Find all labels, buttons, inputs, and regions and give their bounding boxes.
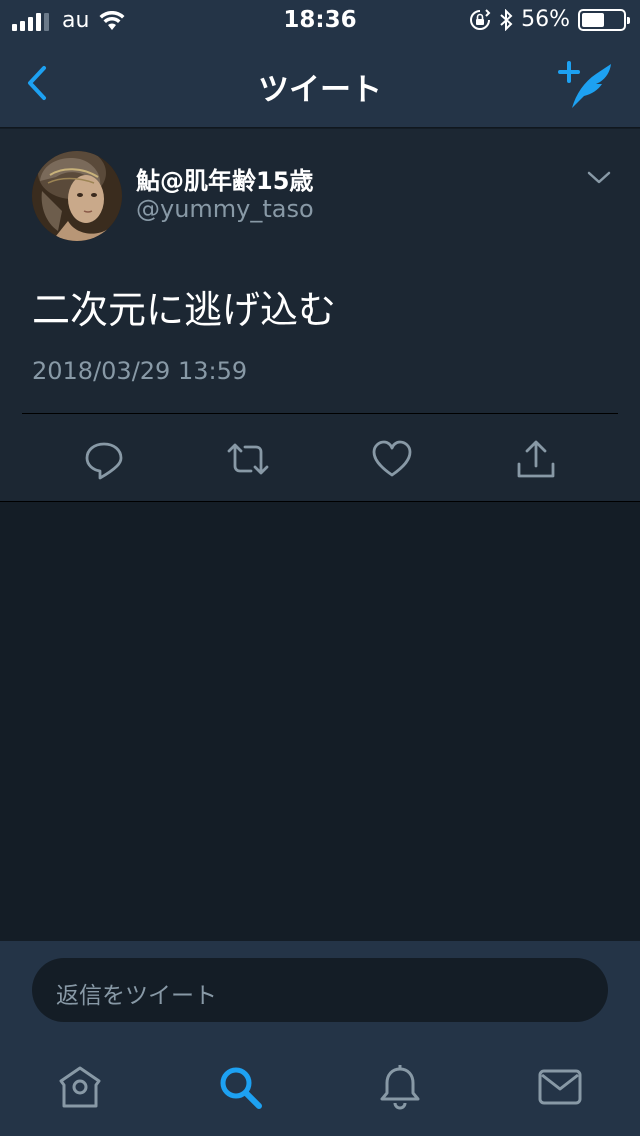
home-icon[interactable] bbox=[56, 1063, 104, 1111]
battery-fill bbox=[582, 12, 604, 27]
tab-bar bbox=[0, 1041, 640, 1136]
tweet-actions bbox=[0, 414, 640, 502]
page-title: ツイート bbox=[258, 72, 382, 108]
battery-percent: 56% bbox=[521, 7, 570, 32]
notifications-icon[interactable] bbox=[376, 1063, 424, 1111]
reply-bar: 返信をツイート bbox=[0, 941, 640, 1041]
messages-icon[interactable] bbox=[536, 1063, 584, 1111]
share-icon[interactable] bbox=[515, 438, 557, 480]
chevron-down-icon[interactable] bbox=[586, 169, 612, 187]
like-icon[interactable] bbox=[371, 438, 413, 480]
reply-icon[interactable] bbox=[83, 438, 125, 480]
reply-input[interactable] bbox=[32, 958, 608, 1022]
tweet-timestamp: 2018/03/29 13:59 bbox=[32, 357, 248, 385]
battery-icon bbox=[578, 8, 630, 31]
bluetooth-icon bbox=[500, 8, 513, 31]
status-right: 56% bbox=[461, 7, 630, 32]
retweet-icon[interactable] bbox=[227, 438, 269, 480]
nav-bar: ツイート bbox=[0, 40, 640, 128]
tweet-text: 二次元に逃げ込む bbox=[32, 288, 337, 332]
tweet-detail-screen: au 18:36 56% ツイート 鮎@肌年齢15歳 @yummy_taso 二… bbox=[0, 0, 640, 1136]
avatar[interactable] bbox=[32, 151, 122, 241]
status-bar: au 18:36 56% bbox=[0, 0, 640, 40]
compose-tweet-icon[interactable] bbox=[558, 60, 614, 112]
orientation-lock-icon bbox=[470, 8, 491, 30]
display-name[interactable]: 鮎@肌年齢15歳 bbox=[136, 161, 313, 196]
search-icon[interactable] bbox=[216, 1063, 264, 1111]
tweet-card: 鮎@肌年齢15歳 @yummy_taso 二次元に逃げ込む 2018/03/29… bbox=[0, 129, 640, 502]
user-handle[interactable]: @yummy_taso bbox=[136, 195, 314, 223]
